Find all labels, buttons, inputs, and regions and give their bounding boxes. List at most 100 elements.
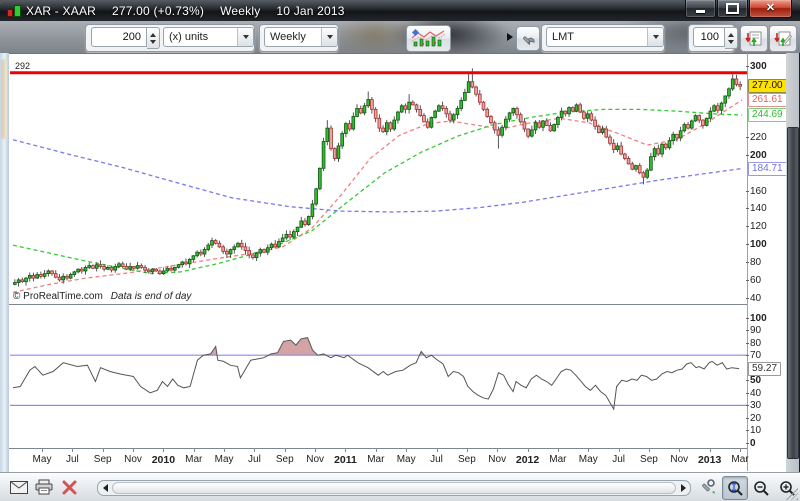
- email-chart-button[interactable]: [8, 477, 30, 497]
- chevron-down-icon: [647, 28, 663, 46]
- time-label: Mar: [185, 454, 202, 465]
- close-button[interactable]: ✕: [749, 0, 792, 18]
- data-note: Data is end of day: [111, 291, 192, 302]
- time-tick: [528, 448, 529, 452]
- arrow-right-icon: [681, 484, 686, 492]
- zoom-out-button[interactable]: [748, 476, 774, 500]
- time-tick: [42, 448, 43, 452]
- scroll-left-button[interactable]: [98, 481, 112, 495]
- printer-icon: [35, 479, 53, 495]
- rsi-value-box: 59.27: [748, 362, 781, 376]
- price-tick: 80: [750, 257, 761, 268]
- time-label: 2011: [334, 454, 357, 466]
- time-label: Jul: [612, 454, 625, 465]
- window-title: XAR - XAAR 277.00 (+0.73%) Weekly 10 Jan…: [26, 4, 345, 18]
- indicator-dropdown[interactable]: LMT: [546, 27, 664, 47]
- horizontal-scrollbar-thumb[interactable]: [112, 482, 676, 494]
- right-scrollbar-thumb[interactable]: [787, 127, 799, 459]
- add-indicator-panel-button[interactable]: [740, 25, 768, 52]
- rsi-tick: 30: [750, 400, 761, 411]
- delete-drawing-button[interactable]: [58, 477, 80, 497]
- time-label: Nov: [124, 454, 142, 465]
- zoom-out-icon: [753, 480, 770, 497]
- rsi-tick: 70: [750, 350, 761, 361]
- edit-indicator-panel-button[interactable]: [769, 25, 797, 52]
- price-box-ma-red: 261.61: [748, 93, 787, 107]
- horizontal-scrollbar[interactable]: [97, 480, 691, 496]
- price-tick: 60: [750, 275, 761, 286]
- price-box-ma-blue: 184.71: [748, 162, 787, 176]
- time-label: Sep: [94, 454, 112, 465]
- timeframe-dropdown[interactable]: Weekly: [264, 27, 338, 47]
- time-label: Nov: [670, 454, 688, 465]
- title-date: 10 Jan 2013: [276, 4, 344, 18]
- maximize-button[interactable]: [717, 0, 748, 18]
- rsi-indicator-chart[interactable]: [10, 305, 747, 448]
- time-tick: [558, 448, 559, 452]
- chevron-down-icon: [321, 28, 337, 46]
- rsi-tick: 50: [750, 375, 761, 386]
- price-tick: 200: [750, 150, 767, 161]
- rsi-tick: 80: [750, 338, 761, 349]
- units-dropdown[interactable]: (x) units: [163, 27, 254, 47]
- time-label: 2012: [516, 454, 539, 466]
- print-chart-button[interactable]: [33, 477, 55, 497]
- time-label: 2010: [152, 454, 175, 466]
- zoom-fit-icon: [727, 480, 744, 497]
- bars-count-input[interactable]: [95, 30, 143, 44]
- rsi-tick: 90: [750, 325, 761, 336]
- left-scrollbar-thumb[interactable]: [1, 59, 7, 139]
- time-tick: [740, 448, 741, 452]
- time-tick: [224, 448, 225, 452]
- indicator-dropdown-label: LMT: [552, 31, 647, 43]
- periods-spin-buttons[interactable]: [725, 27, 738, 49]
- indicator-settings-button[interactable]: [516, 26, 540, 51]
- title-bar[interactable]: XAR - XAAR 277.00 (+0.73%) Weekly 10 Jan…: [0, 0, 800, 21]
- time-tick: [163, 448, 164, 452]
- time-label: Sep: [276, 454, 294, 465]
- chart-type-button[interactable]: [406, 25, 451, 52]
- right-scrollbar[interactable]: [786, 53, 799, 472]
- maximize-icon: [726, 3, 739, 14]
- zoom-fit-button[interactable]: [722, 476, 748, 500]
- rsi-tick: 10: [750, 425, 761, 436]
- title-price: 277.00 (+0.73%): [112, 4, 204, 18]
- expand-arrow-icon[interactable]: [507, 33, 513, 41]
- candlestick-logo-icon: [6, 4, 21, 17]
- units-dropdown-label: (x) units: [169, 31, 237, 43]
- chart-toolbar: (x) units Weekly: [0, 21, 800, 53]
- resize-grip[interactable]: [786, 488, 798, 500]
- zoom-settings-button[interactable]: [697, 477, 719, 497]
- spin-up-icon: [150, 33, 156, 37]
- scroll-right-button[interactable]: [676, 481, 690, 495]
- time-label: May: [397, 454, 416, 465]
- time-tick: [649, 448, 650, 452]
- bars-count-spinner[interactable]: [91, 27, 160, 49]
- price-box-last: 277.00: [748, 79, 787, 93]
- price-tick: 140: [750, 203, 767, 214]
- time-label: Nov: [488, 454, 506, 465]
- time-tick: [437, 448, 438, 452]
- title-timeframe: Weekly: [220, 4, 260, 18]
- close-icon: ✕: [766, 3, 775, 14]
- time-label: May: [33, 454, 52, 465]
- time-label: Jul: [248, 454, 261, 465]
- minimize-button[interactable]: [685, 0, 716, 18]
- price-tick: 40: [750, 293, 761, 304]
- spin-up-icon: [728, 33, 734, 37]
- price-tick: 120: [750, 221, 767, 232]
- small-wrench-icon: [700, 479, 716, 495]
- bars-count-spin-buttons[interactable]: [147, 27, 160, 49]
- rsi-tick: 100: [750, 313, 767, 324]
- rsi-tick: 0: [750, 438, 756, 449]
- main-price-chart[interactable]: [10, 54, 747, 304]
- time-tick: [679, 448, 680, 452]
- resistance-line-label: 292: [15, 61, 30, 71]
- time-tick: [103, 448, 104, 452]
- arrow-left-icon: [103, 484, 108, 492]
- periods-input[interactable]: [697, 30, 721, 44]
- time-tick: [194, 448, 195, 452]
- time-tick: [619, 448, 620, 452]
- time-label: May: [215, 454, 234, 465]
- periods-spinner[interactable]: [693, 27, 738, 49]
